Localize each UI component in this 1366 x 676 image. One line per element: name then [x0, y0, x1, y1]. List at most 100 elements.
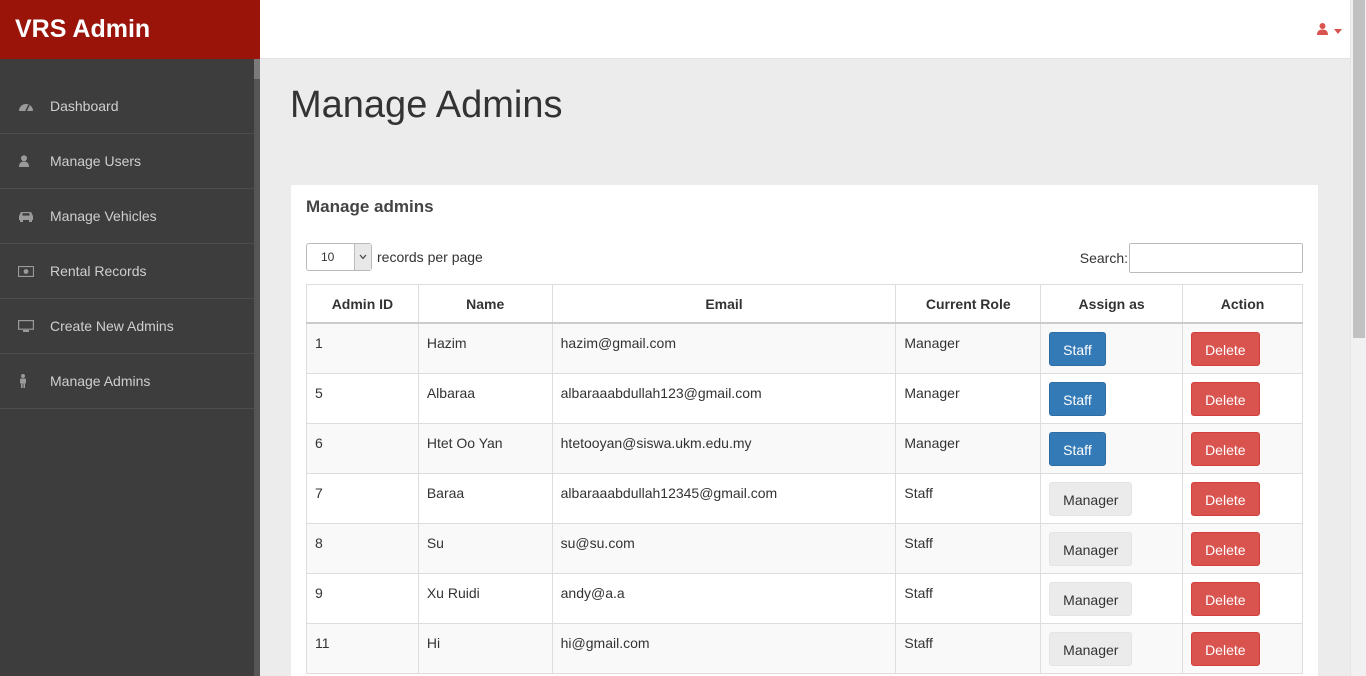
assign-cell: Staff: [1040, 422, 1184, 474]
admin-id-cell: 9: [306, 572, 419, 624]
action-cell: Delete: [1182, 372, 1303, 424]
top-navbar: [260, 0, 1350, 59]
assign-staff-button[interactable]: Staff: [1049, 431, 1106, 466]
assign-cell: Manager: [1040, 522, 1184, 574]
chevron-down-icon: [1334, 28, 1342, 34]
records-per-page-select[interactable]: 10: [306, 243, 372, 271]
sidebar-scrollbar[interactable]: [254, 59, 260, 676]
name-cell: Xu Ruidi: [417, 572, 553, 624]
delete-button[interactable]: Delete: [1191, 481, 1260, 516]
brand-logo[interactable]: VRS Admin: [0, 0, 260, 59]
column-header[interactable]: Name: [417, 284, 553, 324]
name-cell: Hi: [417, 622, 553, 674]
admin-id-cell: 5: [306, 372, 419, 424]
action-cell: Delete: [1182, 522, 1303, 574]
email-cell: albaraaabdullah123@gmail.com: [551, 372, 897, 424]
assign-staff-button[interactable]: Staff: [1049, 332, 1106, 366]
male-icon: [18, 374, 40, 388]
email-cell: albaraaabdullah12345@gmail.com: [551, 472, 897, 524]
sidebar-item-label: Manage Admins: [50, 373, 151, 389]
delete-button[interactable]: Delete: [1191, 581, 1260, 616]
dashboard-icon: [18, 99, 40, 113]
sidebar-item-label: Dashboard: [50, 98, 119, 114]
page-scrollbar[interactable]: [1350, 0, 1366, 676]
admin-id-cell: 6: [306, 422, 419, 474]
money-icon: [18, 264, 40, 278]
sidebar-item-vehicles[interactable]: Manage Vehicles: [0, 189, 260, 244]
assign-cell: Staff: [1040, 372, 1184, 424]
search-label: Search:: [1079, 250, 1128, 266]
column-header[interactable]: Current Role: [895, 284, 1042, 324]
action-cell: Delete: [1182, 472, 1303, 524]
action-cell: Delete: [1182, 572, 1303, 624]
column-header[interactable]: Action: [1182, 284, 1303, 324]
table-row: 7 Baraa albaraaabdullah12345@gmail.com S…: [306, 472, 1303, 524]
role-cell: Staff: [895, 622, 1042, 674]
email-cell: htetooyan@siswa.ukm.edu.my: [551, 422, 897, 474]
role-cell: Staff: [895, 472, 1042, 524]
name-cell: Albaraa: [417, 372, 553, 424]
assign-cell: Staff: [1040, 322, 1184, 374]
panel-title: Manage admins: [306, 197, 434, 216]
records-per-page-label: records per page: [377, 249, 483, 265]
table-row: 9 Xu Ruidi andy@a.a Staff Manager Delete: [306, 572, 1303, 624]
sidebar-nav: Dashboard Manage Users Manage Vehicles R…: [0, 59, 260, 409]
role-cell: Manager: [895, 372, 1042, 424]
assign-manager-button[interactable]: Manager: [1049, 631, 1133, 666]
name-cell: Hazim: [417, 322, 553, 374]
email-cell: hi@gmail.com: [551, 622, 897, 674]
delete-button[interactable]: Delete: [1191, 531, 1260, 566]
sidebar-item-label: Manage Users: [50, 153, 142, 169]
column-header[interactable]: Admin ID: [306, 284, 419, 324]
name-cell: Baraa: [417, 472, 553, 524]
assign-manager-button[interactable]: Manager: [1049, 581, 1133, 616]
car-icon: [18, 209, 40, 223]
table-row: 8 Su su@su.com Staff Manager Delete: [306, 522, 1303, 574]
sidebar-item-users[interactable]: Manage Users: [0, 134, 260, 189]
assign-cell: Manager: [1040, 622, 1184, 674]
sidebar-item-dashboard[interactable]: Dashboard: [0, 59, 260, 134]
user-menu-dropdown[interactable]: [1317, 22, 1342, 40]
search-input[interactable]: [1129, 243, 1303, 273]
table-row: 11 Hi hi@gmail.com Staff Manager Delete: [306, 622, 1303, 674]
action-cell: Delete: [1182, 622, 1303, 674]
sidebar-item-manage-admins[interactable]: Manage Admins: [0, 354, 260, 409]
name-cell: Su: [417, 522, 553, 574]
user-icon: [18, 154, 40, 168]
records-per-page-control: 10 records per page: [306, 243, 483, 271]
search-control: Search:: [1080, 243, 1303, 273]
email-cell: hazim@gmail.com: [551, 322, 897, 374]
role-cell: Staff: [895, 572, 1042, 624]
assign-cell: Manager: [1040, 572, 1184, 624]
assign-manager-button[interactable]: Manager: [1049, 481, 1133, 516]
table-header-row: Admin ID Name Email Current Role Assign …: [306, 284, 1303, 324]
column-header[interactable]: Assign as: [1040, 284, 1184, 324]
action-cell: Delete: [1182, 422, 1303, 474]
scrollbar-thumb[interactable]: [1353, 0, 1365, 338]
column-header[interactable]: Email: [551, 284, 897, 324]
page-title: Manage Admins: [290, 84, 563, 126]
name-cell: Htet Oo Yan: [417, 422, 553, 474]
admin-id-cell: 1: [306, 322, 419, 374]
delete-button[interactable]: Delete: [1191, 631, 1260, 666]
table-row: 1 Hazim hazim@gmail.com Manager Staff De…: [306, 322, 1303, 374]
sidebar: Dashboard Manage Users Manage Vehicles R…: [0, 59, 260, 676]
email-cell: su@su.com: [551, 522, 897, 574]
sidebar-item-rental-records[interactable]: Rental Records: [0, 244, 260, 299]
assign-staff-button[interactable]: Staff: [1049, 381, 1106, 416]
user-icon: [1317, 22, 1328, 40]
assign-manager-button[interactable]: Manager: [1049, 531, 1133, 566]
manage-admins-panel: Manage admins 10 records per page Search…: [291, 185, 1318, 676]
sidebar-item-create-admins[interactable]: Create New Admins: [0, 299, 260, 354]
email-cell: andy@a.a: [551, 572, 897, 624]
sidebar-item-label: Manage Vehicles: [50, 208, 157, 224]
sidebar-item-label: Create New Admins: [50, 318, 174, 334]
sidebar-item-label: Rental Records: [50, 263, 147, 279]
delete-button[interactable]: Delete: [1191, 332, 1260, 366]
delete-button[interactable]: Delete: [1191, 431, 1260, 466]
table-row: 6 Htet Oo Yan htetooyan@siswa.ukm.edu.my…: [306, 422, 1303, 474]
desktop-icon: [18, 319, 40, 333]
assign-cell: Manager: [1040, 472, 1184, 524]
role-cell: Manager: [895, 422, 1042, 474]
delete-button[interactable]: Delete: [1191, 381, 1260, 416]
